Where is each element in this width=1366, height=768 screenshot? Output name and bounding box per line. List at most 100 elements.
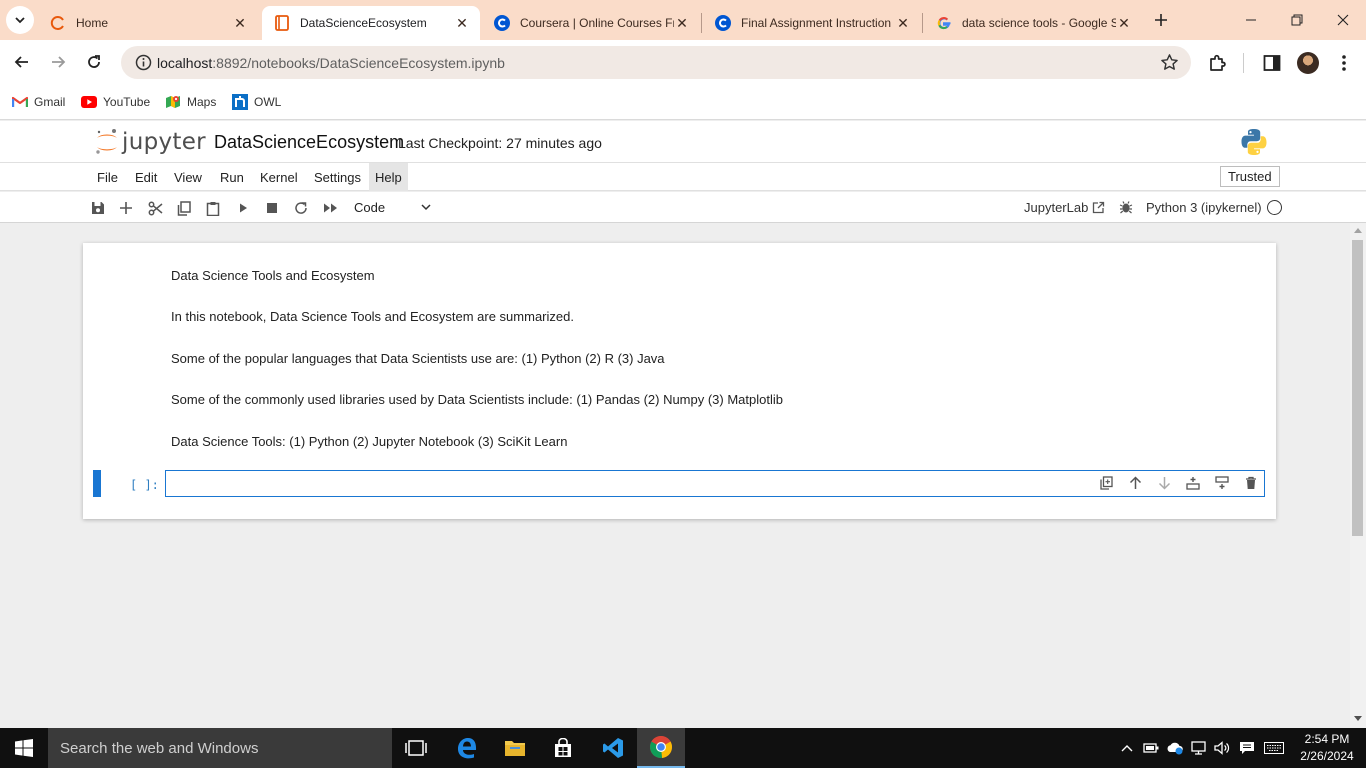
side-panel-button[interactable]: [1260, 51, 1284, 75]
menu-view[interactable]: View: [168, 163, 208, 191]
scrollbar-thumb[interactable]: [1352, 240, 1363, 536]
run-cell-button[interactable]: [234, 199, 252, 217]
taskbar-chrome[interactable]: [637, 728, 685, 768]
markdown-cell-tools[interactable]: Data Science Tools: (1) Python (2) Jupyt…: [171, 434, 567, 449]
paste-cell-button[interactable]: [204, 199, 222, 217]
save-button[interactable]: [89, 199, 107, 217]
bookmark-youtube[interactable]: YouTube: [81, 91, 150, 113]
tab-datascienceecosystem[interactable]: DataScienceEcosystem ✕: [262, 6, 480, 40]
taskbar-file-explorer[interactable]: [491, 728, 539, 768]
tab-google-search[interactable]: data science tools - Google S ✕: [924, 6, 1142, 40]
tab-search-button[interactable]: [6, 6, 34, 34]
info-icon[interactable]: [135, 54, 152, 71]
menu-help[interactable]: Help: [369, 163, 408, 191]
move-cell-up-button[interactable]: [1126, 474, 1144, 492]
back-button[interactable]: [8, 48, 36, 76]
taskbar-search-box[interactable]: Search the web and Windows: [48, 728, 392, 768]
external-link-icon: [1093, 201, 1105, 214]
move-cell-down-button[interactable]: [1155, 474, 1173, 492]
markdown-cell-intro[interactable]: In this notebook, Data Science Tools and…: [171, 309, 574, 324]
markdown-cell-libraries[interactable]: Some of the commonly used libraries used…: [171, 392, 783, 407]
cut-cell-button[interactable]: [146, 199, 164, 217]
duplicate-cell-button[interactable]: [1097, 474, 1115, 492]
notebook-panel: Data Science Tools and Ecosystem In this…: [83, 243, 1276, 519]
close-tab-icon[interactable]: ✕: [895, 15, 911, 31]
address-bar[interactable]: localhost:8892/notebooks/DataScienceEcos…: [121, 46, 1191, 79]
windows-logo-icon: [15, 739, 33, 757]
scroll-down-icon[interactable]: [1354, 716, 1362, 722]
close-tab-icon[interactable]: ✕: [1116, 15, 1132, 31]
insert-cell-button[interactable]: [117, 199, 135, 217]
interrupt-kernel-button[interactable]: [263, 199, 281, 217]
menu-edit[interactable]: Edit: [129, 163, 163, 191]
close-tab-icon[interactable]: ✕: [454, 15, 470, 31]
tray-network[interactable]: [1189, 738, 1209, 758]
new-tab-button[interactable]: [1150, 9, 1172, 31]
bookmark-gmail[interactable]: Gmail: [12, 91, 65, 113]
tray-keyboard[interactable]: [1264, 738, 1284, 758]
speaker-icon: [1214, 741, 1230, 755]
cell-type-dropdown[interactable]: Code: [350, 197, 436, 218]
taskbar-store[interactable]: [539, 728, 587, 768]
clipboard-icon: [206, 201, 220, 216]
notebook-title[interactable]: DataScienceEcosystem: [214, 132, 404, 153]
tab-home[interactable]: Home ✕: [38, 6, 258, 40]
insert-cell-below-button[interactable]: [1213, 474, 1231, 492]
restore-button[interactable]: [1274, 0, 1320, 40]
bookmark-star-icon[interactable]: [1160, 53, 1179, 72]
menu-settings[interactable]: Settings: [308, 163, 367, 191]
jupyter-logo[interactable]: jupyter: [94, 127, 206, 157]
bookmark-owl[interactable]: OWL: [232, 91, 281, 113]
scroll-up-icon[interactable]: [1354, 227, 1362, 233]
close-tab-icon[interactable]: ✕: [232, 15, 248, 31]
network-icon: [1191, 741, 1206, 755]
delete-cell-button[interactable]: [1242, 474, 1260, 492]
tab-coursera[interactable]: Coursera | Online Courses Fr ✕: [482, 6, 700, 40]
kernel-name[interactable]: Python 3 (ipykernel): [1146, 200, 1262, 215]
reload-button[interactable]: [80, 48, 108, 76]
menu-run[interactable]: Run: [214, 163, 250, 191]
menu-file[interactable]: File: [91, 163, 124, 191]
jupyterlab-link[interactable]: JupyterLab: [1024, 200, 1105, 215]
tab-title: data science tools - Google S: [962, 16, 1116, 30]
tray-onedrive[interactable]: [1165, 738, 1185, 758]
tab-title: Home: [76, 16, 109, 30]
show-hidden-icons-button[interactable]: [1117, 738, 1137, 758]
tray-action-center[interactable]: [1237, 738, 1257, 758]
last-checkpoint: Last Checkpoint: 27 minutes ago: [398, 135, 602, 151]
browser-menu-button[interactable]: [1332, 51, 1356, 75]
bookmark-label: OWL: [254, 95, 282, 109]
url-text[interactable]: localhost:8892/notebooks/DataScienceEcos…: [157, 55, 505, 71]
taskbar-clock[interactable]: 2:54 PM 2/26/2024: [1297, 731, 1357, 765]
restart-kernel-button[interactable]: [292, 199, 310, 217]
save-icon: [92, 202, 104, 214]
bookmarks-bar: Gmail YouTube Maps OWL: [0, 85, 1366, 120]
menu-kernel[interactable]: Kernel: [254, 163, 304, 191]
code-cell-editor[interactable]: [165, 470, 1265, 497]
page-scrollbar[interactable]: [1350, 223, 1366, 728]
close-tab-icon[interactable]: ✕: [674, 15, 690, 31]
tab-final-assignment[interactable]: Final Assignment Instruction ✕: [703, 6, 921, 40]
bookmark-maps[interactable]: Maps: [165, 91, 216, 113]
tab-title: DataScienceEcosystem: [300, 16, 427, 30]
copy-cell-button[interactable]: [175, 199, 193, 217]
task-view-button[interactable]: [392, 728, 440, 768]
trusted-indicator[interactable]: Trusted: [1220, 166, 1280, 187]
extensions-button[interactable]: [1206, 51, 1230, 75]
taskbar-vscode[interactable]: [589, 728, 637, 768]
clock-date: 2/26/2024: [1300, 749, 1354, 763]
forward-button[interactable]: [44, 48, 72, 76]
markdown-cell-languages[interactable]: Some of the popular languages that Data …: [171, 351, 665, 366]
profile-avatar[interactable]: [1297, 52, 1319, 74]
tray-volume[interactable]: [1212, 738, 1232, 758]
markdown-cell-heading[interactable]: Data Science Tools and Ecosystem: [171, 268, 375, 283]
debugger-button[interactable]: [1117, 198, 1135, 216]
folder-icon: [505, 741, 525, 756]
taskbar-edge[interactable]: [443, 728, 491, 768]
start-button[interactable]: [0, 728, 48, 768]
minimize-button[interactable]: [1228, 0, 1274, 40]
restart-run-all-button[interactable]: [321, 199, 339, 217]
tray-battery[interactable]: [1141, 738, 1161, 758]
insert-cell-above-button[interactable]: [1184, 474, 1202, 492]
close-window-button[interactable]: [1320, 0, 1366, 40]
